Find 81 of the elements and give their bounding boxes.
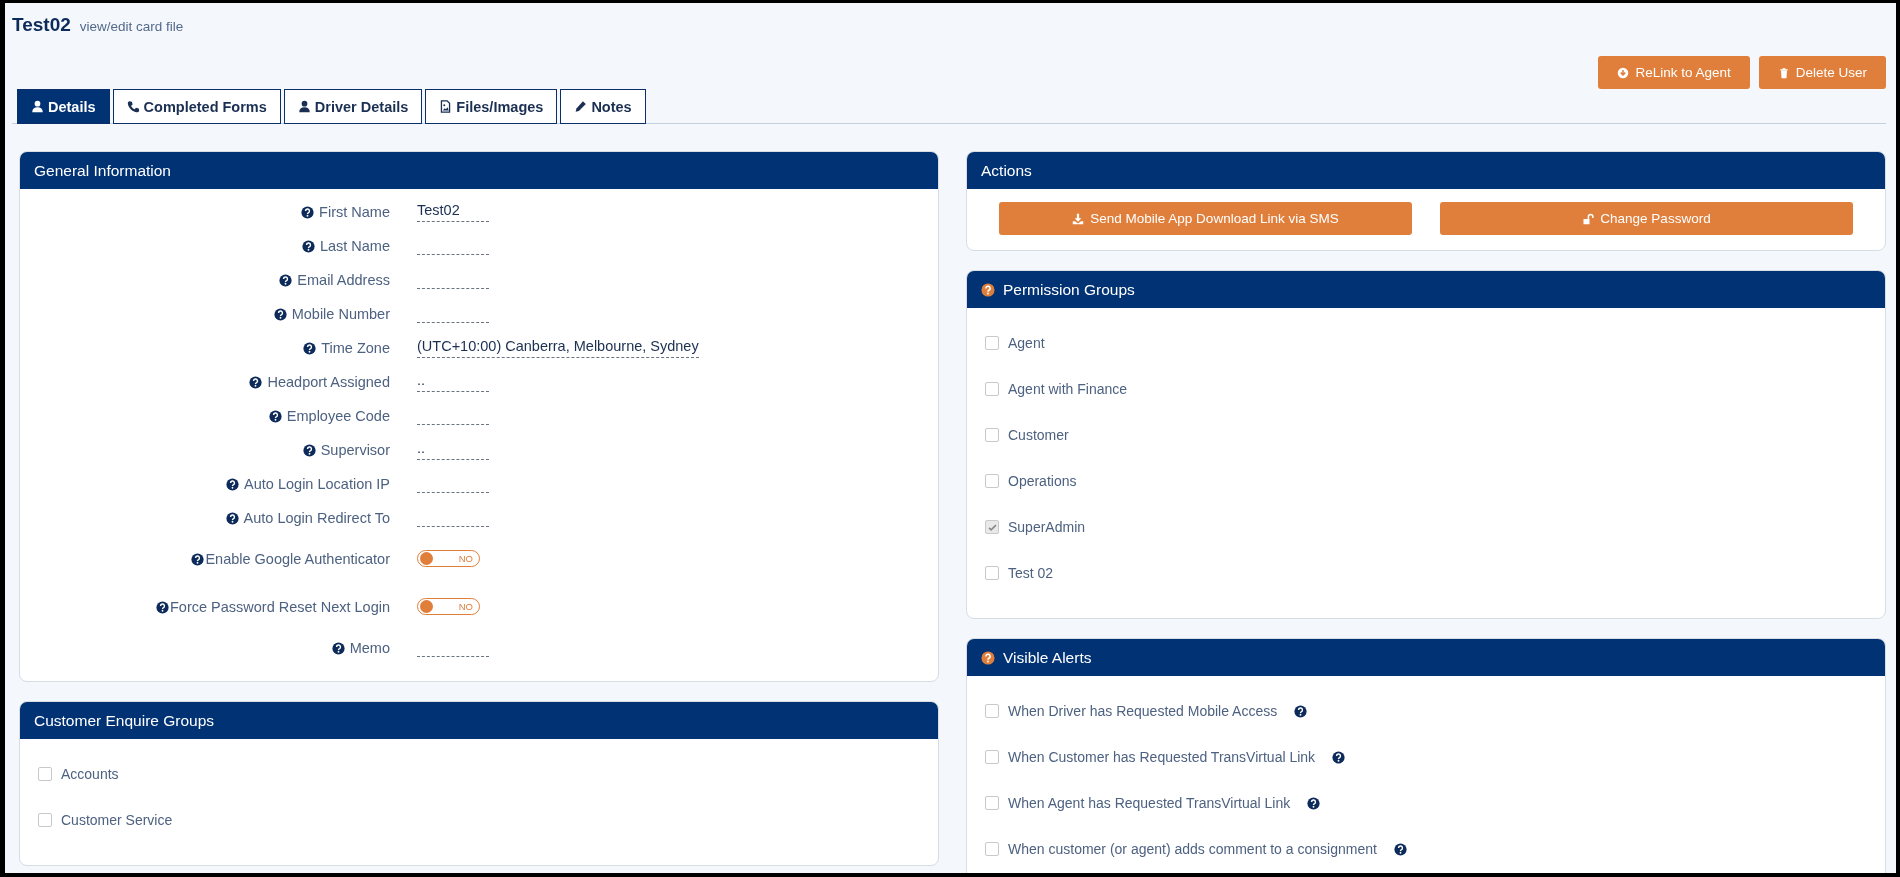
down-circle-icon	[1617, 66, 1630, 79]
editable-field[interactable]: (UTC+10:00) Canberra, Melbourne, Sydney	[417, 338, 699, 358]
trash-icon	[1777, 66, 1790, 79]
checkbox[interactable]	[985, 750, 999, 764]
page-title: Test02	[12, 14, 71, 36]
user-icon	[31, 100, 44, 113]
checkbox-label: Agent	[1008, 335, 1045, 351]
user-icon	[297, 100, 311, 113]
checkbox-label: Test 02	[1008, 565, 1054, 581]
tab[interactable]: Completed Forms	[112, 89, 281, 124]
help-icon	[1307, 796, 1321, 810]
checkbox[interactable]	[985, 336, 999, 350]
help-icon	[981, 282, 995, 297]
field-label: Mobile Number	[291, 306, 390, 322]
download-icon	[1072, 212, 1085, 225]
help-icon	[249, 375, 263, 389]
page-subtitle: view/edit card file	[79, 19, 184, 34]
panel-title: Actions	[981, 161, 1032, 180]
checkbox-label: When Driver has Requested Mobile Access	[1008, 703, 1278, 719]
checkbox-label: When Agent has Requested TransVirtual Link	[1008, 795, 1291, 811]
help-icon	[226, 477, 240, 491]
checkbox[interactable]	[985, 474, 999, 488]
field-label: Employee Code	[286, 408, 390, 424]
checkbox-label: Agent with Finance	[1008, 381, 1128, 397]
help-icon	[273, 307, 287, 321]
phone-icon	[126, 100, 140, 113]
tab[interactable]: Driver Details	[283, 89, 423, 124]
image-file-icon	[439, 100, 453, 113]
pencil-icon	[574, 100, 588, 113]
field-label: Force Password Reset Next Login	[170, 599, 390, 615]
field-label: Time Zone	[321, 340, 390, 356]
checkbox[interactable]	[985, 796, 999, 810]
checkbox-label: Customer Service	[61, 812, 173, 828]
checkbox-label: SuperAdmin	[1008, 519, 1086, 535]
checkbox[interactable]	[38, 813, 52, 827]
checkbox-label: When customer (or agent) adds comment to a consignment	[1008, 841, 1377, 857]
checkbox-label: Operations	[1008, 473, 1077, 489]
checkbox[interactable]	[985, 566, 999, 580]
help-icon	[225, 511, 239, 525]
panel-title: General Information	[34, 161, 171, 180]
field-label: Headport Assigned	[267, 374, 390, 390]
help-icon	[301, 205, 315, 219]
editable-field[interactable]: ..	[417, 440, 489, 460]
help-icon	[1332, 750, 1346, 764]
help-icon	[303, 341, 317, 355]
tab[interactable]: Details	[17, 89, 110, 124]
help-icon	[268, 409, 282, 423]
help-icon	[1393, 842, 1407, 856]
checkbox[interactable]	[985, 520, 999, 534]
editable-field[interactable]: ..	[417, 372, 489, 392]
help-icon	[1294, 704, 1308, 718]
panel-title: Customer Enquire Groups	[34, 711, 215, 730]
help-icon	[981, 650, 995, 665]
field-label: First Name	[319, 204, 390, 220]
help-icon	[301, 239, 315, 253]
checkbox[interactable]	[985, 704, 999, 718]
editable-field[interactable]: Test02	[417, 202, 489, 222]
tab[interactable]: Notes	[560, 89, 646, 124]
panel-title: Permission Groups	[1003, 280, 1135, 299]
panel-title: Visible Alerts	[1003, 648, 1092, 667]
checkbox-label: Accounts	[61, 766, 119, 782]
field-label: Enable Google Authenticator	[205, 551, 390, 567]
help-icon	[156, 600, 169, 614]
field-label: Email Address	[297, 272, 390, 288]
tab[interactable]: Files/Images	[425, 89, 558, 124]
unlock-icon	[1582, 212, 1595, 225]
field-label: Auto Login Location IP	[244, 476, 390, 492]
checkbox-label: When Customer has Requested TransVirtual Link	[1008, 749, 1316, 765]
help-icon	[191, 552, 205, 566]
checkbox[interactable]	[985, 842, 999, 856]
field-label: Last Name	[319, 238, 390, 254]
checkbox[interactable]	[985, 428, 999, 442]
field-label: Supervisor	[320, 442, 390, 458]
field-label: Memo	[349, 640, 390, 656]
help-icon	[302, 443, 316, 457]
checkbox[interactable]	[985, 382, 999, 396]
field-label: Auto Login Redirect To	[243, 510, 390, 526]
help-icon	[279, 273, 293, 287]
checkbox[interactable]	[38, 767, 52, 781]
help-icon	[331, 641, 345, 655]
checkbox-label: Customer	[1008, 427, 1069, 443]
